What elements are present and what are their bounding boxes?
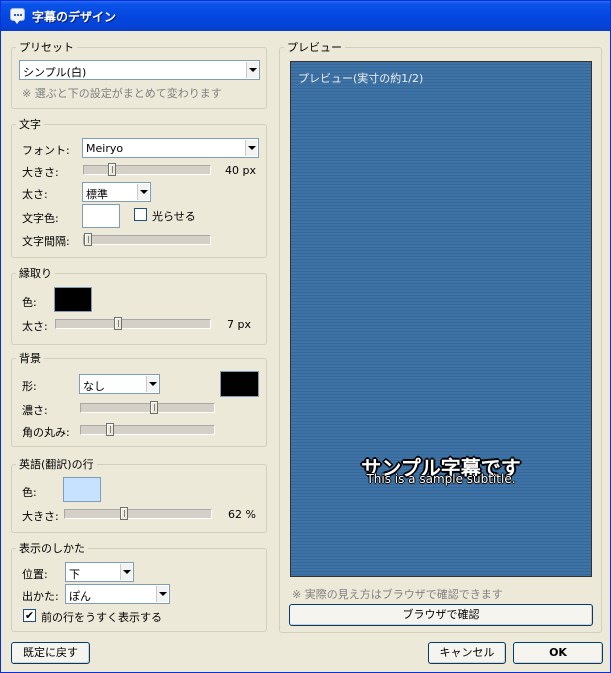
dialog-window: 字幕のデザイン プリセット シンプル(白) ※ 選ぶと下の設定がまとめて変わりま… — [0, 0, 611, 673]
glow-label: 光らせる — [152, 210, 196, 223]
english-color-swatch[interactable] — [63, 477, 101, 502]
bg-shape-select[interactable]: なし — [79, 374, 160, 394]
speech-bubble-icon — [10, 8, 25, 24]
bg-color-swatch[interactable] — [220, 371, 259, 397]
outline-width-slider[interactable] — [55, 317, 211, 330]
preset-select[interactable]: シンプル(白) — [19, 60, 260, 80]
appear-select-value: ぽん — [69, 590, 91, 603]
text-size-value: 40 px — [225, 164, 256, 177]
fade-previous-checkbox[interactable]: ✔ — [23, 609, 36, 622]
chevron-down-icon[interactable] — [156, 586, 168, 602]
chevron-down-icon[interactable] — [146, 376, 158, 392]
outline-color-label: 色: — [22, 296, 37, 309]
letter-spacing-label: 文字間隔: — [22, 235, 70, 248]
window-title: 字幕のデザイン — [32, 10, 117, 24]
preset-note: ※ 選ぶと下の設定がまとめて変わります — [22, 87, 222, 100]
appear-select[interactable]: ぽん — [65, 584, 170, 604]
text-color-label: 文字色: — [22, 212, 59, 225]
bg-opacity-slider[interactable] — [80, 401, 215, 414]
ok-button[interactable]: OK — [513, 642, 603, 664]
bg-shape-label: 形: — [22, 380, 37, 393]
english-size-slider[interactable] — [64, 507, 212, 520]
fade-previous-label: 前の行をうすく表示する — [41, 611, 162, 624]
bg-radius-label: 角の丸み: — [22, 426, 70, 439]
chevron-down-icon[interactable] — [137, 184, 149, 200]
english-color-label: 色: — [22, 486, 37, 499]
outline-width-slider-thumb[interactable] — [114, 317, 122, 330]
chevron-down-icon[interactable] — [120, 564, 132, 580]
glow-checkbox[interactable] — [134, 208, 147, 221]
preview-subtitle-en: This is a sample subtitle. — [366, 472, 516, 486]
reset-defaults-button[interactable]: 既定に戻す — [11, 642, 90, 664]
font-select[interactable]: Meiryo — [82, 138, 259, 158]
preview-legend: プレビュー — [287, 41, 342, 54]
title-bar: 字幕のデザイン — [1, 1, 610, 31]
bg-radius-slider-thumb[interactable] — [106, 423, 114, 436]
outline-color-swatch[interactable] — [54, 287, 92, 312]
weight-select-value: 標準 — [86, 188, 108, 201]
weight-select[interactable]: 標準 — [82, 182, 151, 202]
weight-label: 太さ: — [22, 188, 48, 201]
text-size-label: 大きさ: — [22, 166, 59, 179]
position-select-value: 下 — [69, 568, 80, 581]
preset-legend: プリセット — [19, 41, 74, 54]
outline-legend: 縁取り — [19, 267, 52, 280]
outline-width-label: 太さ: — [22, 320, 48, 333]
chevron-down-icon[interactable] — [246, 62, 258, 78]
bg-opacity-slider-thumb[interactable] — [150, 401, 158, 414]
outline-width-value: 7 px — [227, 318, 251, 331]
appear-label: 出かた: — [22, 590, 59, 603]
outline-group: 縁取り — [11, 265, 267, 345]
display-legend: 表示のしかた — [19, 542, 85, 555]
english-legend: 英語(翻訳)の行 — [19, 458, 94, 471]
text-color-swatch[interactable] — [82, 204, 120, 228]
cancel-button[interactable]: キャンセル — [428, 642, 506, 664]
background-legend: 背景 — [19, 352, 41, 365]
english-size-label: 大きさ: — [22, 510, 59, 523]
text-size-slider[interactable] — [83, 163, 211, 176]
position-select[interactable]: 下 — [65, 562, 134, 582]
bg-radius-slider[interactable] — [80, 423, 215, 436]
preview-canvas: プレビュー(実寸の約1/2) サンプル字幕です This is a sample… — [290, 61, 592, 577]
letter-spacing-slider-thumb[interactable] — [84, 233, 92, 246]
position-label: 位置: — [22, 568, 48, 581]
browser-preview-button[interactable]: ブラウザで確認 — [289, 604, 593, 626]
bg-opacity-label: 濃さ: — [22, 404, 48, 417]
preview-note: ※ 実際の見え方はブラウザで確認できます — [292, 588, 503, 601]
preset-select-value: シンプル(白) — [23, 66, 87, 79]
chevron-down-icon[interactable] — [245, 140, 257, 156]
english-size-value: 62 % — [228, 508, 256, 521]
letter-spacing-slider[interactable] — [83, 233, 211, 246]
preview-caption: プレビュー(実寸の約1/2) — [298, 72, 424, 85]
font-select-value: Meiryo — [86, 142, 124, 155]
font-label: フォント: — [22, 144, 70, 157]
text-legend: 文字 — [19, 118, 41, 131]
bg-shape-select-value: なし — [83, 380, 105, 393]
english-size-slider-thumb[interactable] — [120, 507, 128, 520]
text-size-slider-thumb[interactable] — [108, 163, 116, 176]
